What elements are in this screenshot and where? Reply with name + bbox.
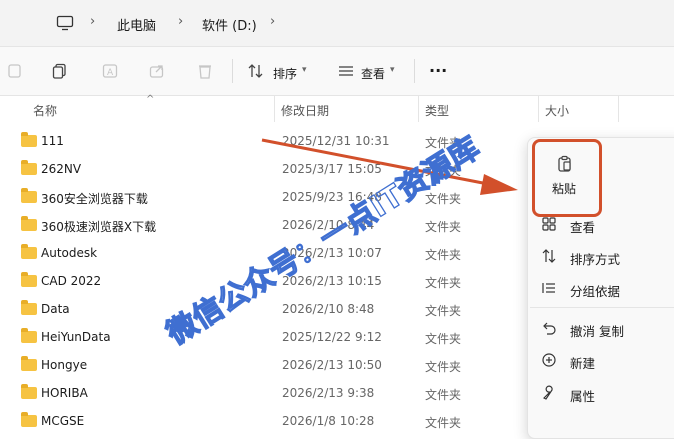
file-type: 文件夹: [425, 304, 462, 318]
file-name: HeiYunData: [41, 330, 111, 344]
more-options-button[interactable]: ···: [429, 61, 447, 80]
svg-text:A: A: [107, 68, 114, 78]
sort-ascending-icon: ^: [146, 94, 155, 105]
menu-item-undo-copy[interactable]: 撤消 复制: [527, 314, 674, 342]
chevron-right-icon[interactable]: ›: [90, 14, 95, 29]
command-bar: A 排序 ▾ 查看 ▾ ···: [0, 47, 674, 96]
file-name: 262NV: [41, 162, 82, 176]
file-type: 文件夹: [425, 332, 462, 346]
wrench-icon: [542, 385, 553, 400]
menu-divider: [530, 307, 674, 308]
file-date: 2025/12/22 9:12: [282, 330, 382, 344]
copy-icon[interactable]: [51, 62, 69, 80]
undo-icon: [543, 322, 556, 335]
file-name: MCGSE: [41, 414, 85, 428]
paste-label: 粘贴: [552, 182, 577, 196]
sort-icon[interactable]: [247, 62, 265, 80]
menu-item-label: 查看: [570, 220, 596, 235]
file-name: 360安全浏览器下载: [41, 192, 148, 206]
folder-icon: [21, 272, 37, 287]
menu-item-properties[interactable]: 属性: [527, 379, 674, 407]
folder-icon: [21, 328, 37, 343]
file-date: 2025/9/23 16:48: [282, 190, 382, 204]
file-name: CAD 2022: [41, 274, 102, 288]
folder-icon: [21, 244, 37, 259]
folder-icon: [21, 300, 37, 315]
clipboard-icon: [558, 155, 571, 172]
folder-icon: [21, 160, 37, 175]
file-type: 文件夹: [425, 220, 462, 234]
cut-icon[interactable]: [6, 62, 24, 80]
chevron-right-icon[interactable]: ›: [178, 14, 183, 29]
sort-arrows-icon: [542, 249, 556, 263]
menu-item-label: 排序方式: [570, 252, 621, 267]
grid-view-icon: [542, 217, 556, 231]
chevron-right-icon[interactable]: ›: [270, 14, 275, 29]
menu-item-sort-by[interactable]: 排序方式: [527, 242, 674, 270]
file-type: 文件夹: [425, 416, 462, 430]
view-icon[interactable]: [337, 62, 355, 80]
file-type: 文件夹: [425, 248, 462, 262]
breadcrumb-drive-d[interactable]: 软件 (D:): [202, 15, 257, 34]
folder-icon: [21, 188, 37, 203]
column-divider[interactable]: [618, 96, 619, 122]
toolbar-divider: [232, 59, 233, 83]
file-date: 2025/3/17 15:05: [282, 162, 382, 176]
sort-button[interactable]: 排序: [273, 65, 297, 82]
menu-item-label: 分组依据: [570, 284, 621, 299]
menu-item-label: 撤消 复制: [570, 324, 624, 339]
file-date: 2026/2/10 8:48: [282, 302, 375, 316]
menu-item-new[interactable]: 新建: [527, 346, 674, 374]
column-header-date[interactable]: 修改日期: [281, 102, 329, 119]
menu-item-label: 属性: [570, 389, 596, 404]
folder-icon: [21, 216, 37, 231]
folder-icon: [21, 384, 37, 399]
file-date: 2026/2/13 10:07: [282, 246, 382, 260]
column-header-name[interactable]: 名称: [33, 102, 57, 119]
toolbar-divider: [414, 59, 415, 83]
file-name: Data: [41, 302, 70, 316]
column-divider[interactable]: [418, 96, 419, 122]
share-icon[interactable]: [148, 62, 166, 80]
file-type: 文件夹: [425, 136, 462, 150]
rename-icon[interactable]: A: [101, 62, 119, 80]
column-header-size[interactable]: 大小: [545, 102, 569, 119]
file-name: Hongye: [41, 358, 88, 372]
folder-icon: [21, 412, 37, 427]
delete-icon[interactable]: [196, 62, 214, 80]
file-type: 文件夹: [425, 164, 462, 178]
folder-icon: [21, 132, 37, 147]
menu-item-group-by[interactable]: 分组依据: [527, 274, 674, 302]
chevron-down-icon[interactable]: ▾: [302, 65, 307, 75]
view-button[interactable]: 查看: [361, 65, 385, 82]
column-divider[interactable]: [274, 96, 275, 122]
file-name: 360极速浏览器X下载: [41, 220, 157, 234]
file-date: 2026/2/10 8:44: [282, 218, 375, 232]
chevron-down-icon[interactable]: ▾: [390, 65, 395, 75]
menu-item-view[interactable]: 查看: [527, 210, 674, 238]
file-type: 文件夹: [425, 192, 462, 206]
file-type: 文件夹: [425, 276, 462, 290]
paste-button[interactable]: 粘贴: [532, 139, 602, 217]
folder-icon: [21, 356, 37, 371]
breadcrumb-this-pc[interactable]: 此电脑: [117, 15, 156, 34]
address-bar[interactable]: › 此电脑 › 软件 (D:) ›: [0, 0, 674, 47]
file-date: 2026/2/13 9:38: [282, 386, 375, 400]
plus-circle-icon: [542, 353, 556, 367]
column-divider[interactable]: [538, 96, 539, 122]
file-name: Autodesk: [41, 246, 98, 260]
file-date: 2026/2/13 10:15: [282, 274, 382, 288]
group-list-icon: [542, 283, 555, 293]
file-date: 2026/2/13 10:50: [282, 358, 382, 372]
file-date: 2026/1/8 10:28: [282, 414, 375, 428]
computer-icon[interactable]: [56, 14, 74, 32]
file-name: HORIBA: [41, 386, 88, 400]
file-date: 2025/12/31 10:31: [282, 134, 390, 148]
file-name: 111: [41, 134, 64, 148]
menu-item-label: 新建: [570, 356, 596, 371]
file-type: 文件夹: [425, 360, 462, 374]
column-header-row: ^ 名称 修改日期 类型 大小: [0, 94, 674, 122]
column-header-type[interactable]: 类型: [425, 102, 449, 119]
file-type: 文件夹: [425, 388, 462, 402]
